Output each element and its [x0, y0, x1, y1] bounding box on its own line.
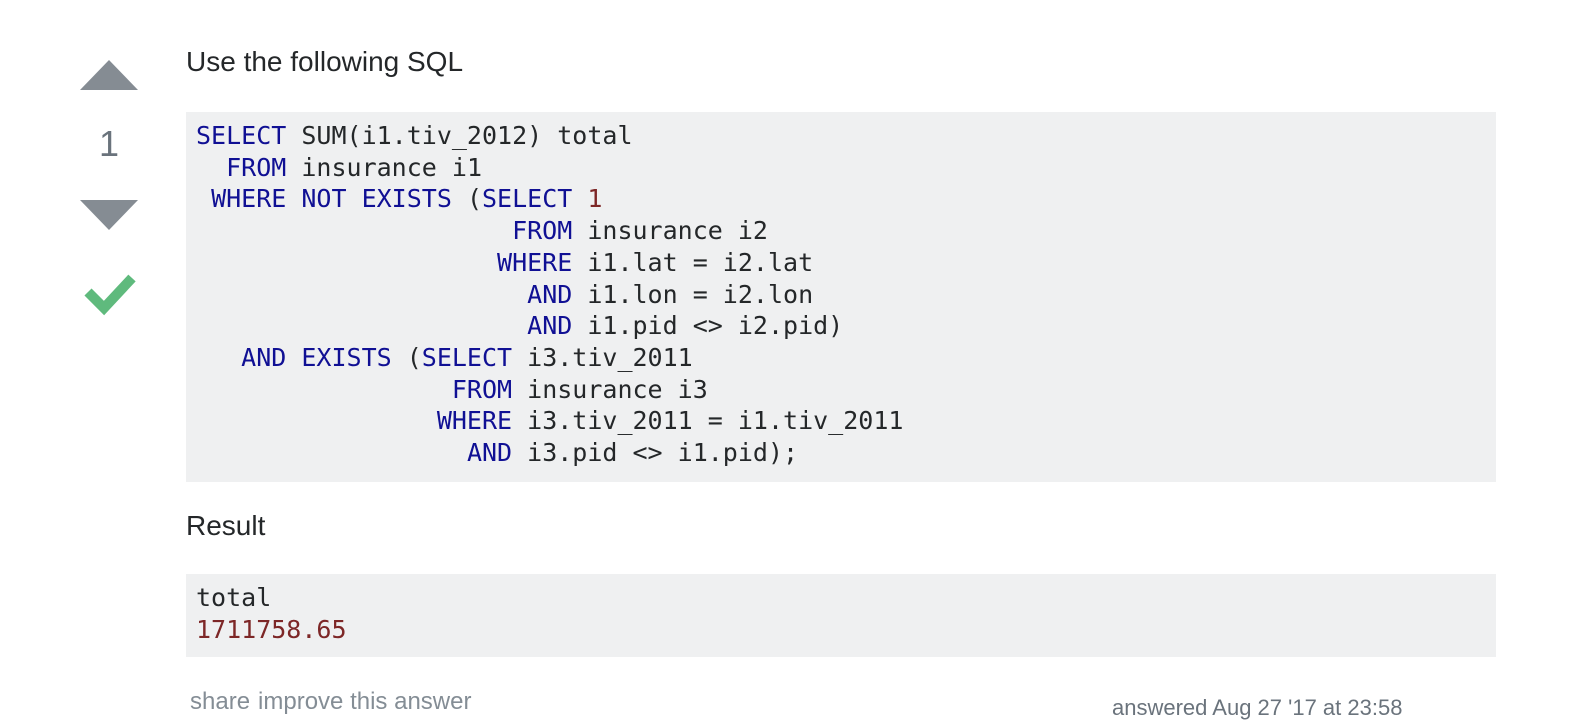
sql-line: FROM insurance i2: [196, 216, 768, 245]
sql-line: AND i1.pid <> i2.pid): [196, 311, 843, 340]
sql-indent: [196, 311, 527, 340]
accepted-checkmark-icon: [84, 274, 136, 316]
sql-keyword: WHERE NOT EXISTS: [211, 184, 452, 214]
sql-indent: [196, 248, 497, 277]
sql-keyword: WHERE: [497, 247, 573, 277]
sql-indent: [196, 343, 241, 372]
sql-indent: [196, 216, 512, 245]
result-header: total: [196, 583, 272, 612]
sql-keyword: AND: [527, 279, 573, 309]
sql-keyword: AND: [527, 311, 573, 341]
sql-line: WHERE i3.tiv_2011 = i1.tiv_2011: [196, 406, 904, 436]
answer-body: Use the following SQL SELECT SUM(i1.tiv_…: [186, 40, 1496, 657]
sql-keyword: SELECT: [482, 184, 573, 214]
sql-keyword: AND: [466, 438, 513, 468]
sql-line: FROM insurance i3: [196, 375, 708, 404]
sql-line: AND i1.lon = i2.lon: [196, 280, 813, 309]
sql-keyword: FROM: [451, 374, 513, 404]
answer-intro: Use the following SQL: [186, 46, 464, 77]
sql-text: i1.pid <> i2.pid): [572, 311, 844, 341]
sql-text: i1.lon = i2.lon: [572, 279, 814, 309]
sql-text: insurance i3: [512, 374, 708, 404]
sql-line: AND i3.pid <> i1.pid);: [196, 438, 798, 467]
sql-keyword: AND EXISTS: [241, 342, 392, 372]
sql-text: (: [391, 342, 422, 372]
sql-line: AND EXISTS (SELECT i3.tiv_2011: [196, 343, 693, 372]
answered-timestamp: answered Aug 27 '17 at 23:58: [1112, 695, 1403, 720]
post-menu: share improve this answer: [190, 686, 479, 718]
sql-keyword: FROM: [226, 152, 287, 182]
upvote-arrow-icon[interactable]: [80, 54, 138, 90]
sql-text: i3.tiv_2011: [512, 342, 693, 372]
sql-keyword: SELECT: [421, 342, 513, 372]
sql-text: insurance i1: [286, 152, 482, 182]
sql-indent: [196, 375, 452, 404]
result-label: Result: [186, 510, 266, 541]
improve-answer-link[interactable]: improve this answer: [258, 688, 471, 715]
share-link[interactable]: share: [190, 688, 250, 715]
sql-number: 1: [587, 184, 603, 214]
sql-text: (: [451, 184, 482, 214]
sql-line: FROM insurance i1: [196, 153, 482, 182]
sql-text: i3.pid <> i1.pid);: [512, 438, 799, 468]
sql-indent: [196, 153, 226, 182]
sql-line: SELECT SUM(i1.tiv_2012) total: [196, 121, 633, 150]
sql-text: insurance i2: [572, 216, 768, 246]
sql-indent: [196, 184, 211, 213]
downvote-arrow-icon[interactable]: [80, 198, 138, 234]
sql-keyword: SELECT: [196, 121, 287, 150]
sql-text: SUM(i1.tiv_2012) total: [286, 121, 633, 150]
sql-text: i1.lat = i2.lat: [572, 247, 814, 277]
sql-code-block: SELECT SUM(i1.tiv_2012) total FROM insur…: [186, 112, 1496, 482]
sql-keyword: FROM: [512, 216, 573, 246]
sql-keyword: WHERE: [436, 406, 513, 436]
vote-count: 1: [98, 123, 120, 164]
sql-line: WHERE i1.lat = i2.lat: [196, 248, 813, 277]
sql-line: WHERE NOT EXISTS (SELECT 1: [196, 184, 602, 213]
result-code-block: total 1711758.65: [186, 574, 1496, 657]
sql-indent: [196, 406, 437, 435]
result-value: 1711758.65: [196, 614, 347, 644]
sql-indent: [196, 280, 527, 309]
sql-indent: [196, 438, 467, 467]
sql-text: i3.tiv_2011 = i1.tiv_2011: [512, 406, 904, 436]
